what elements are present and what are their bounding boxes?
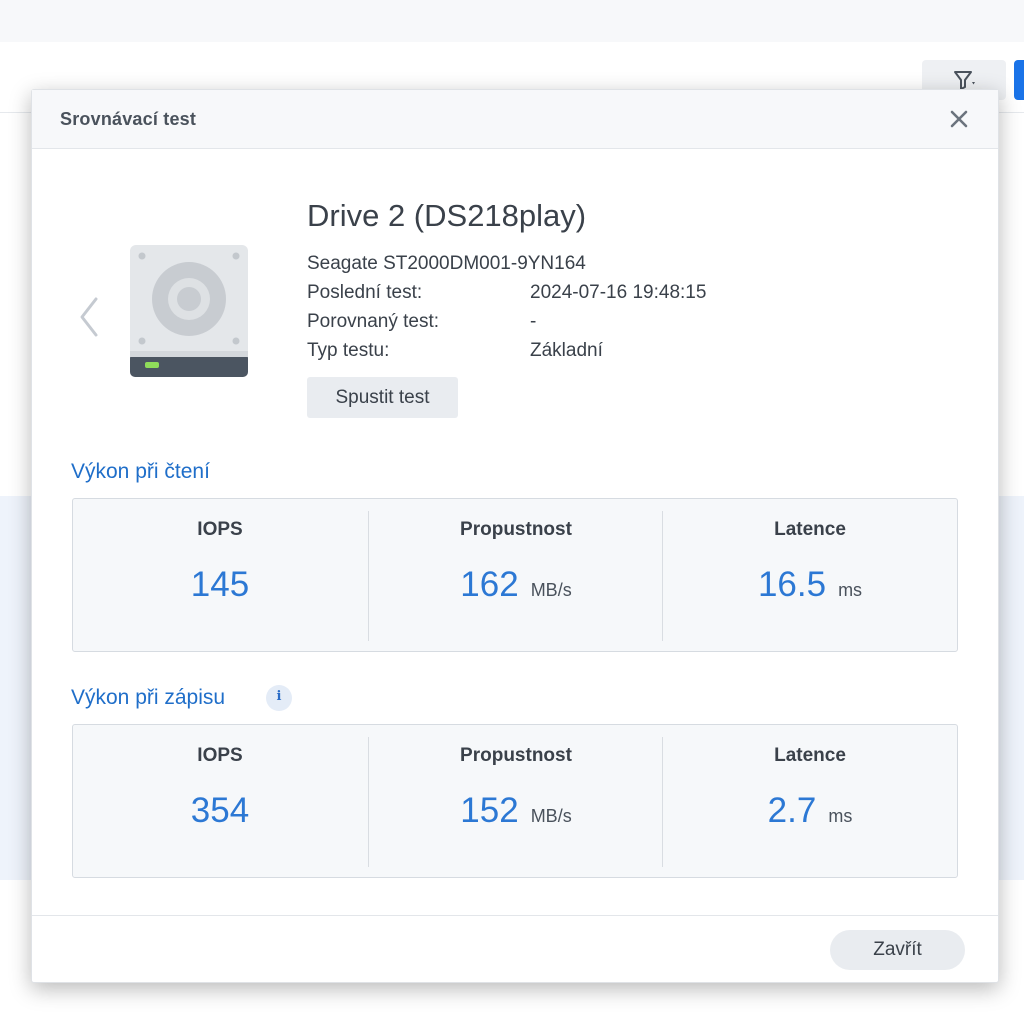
status-led bbox=[145, 362, 159, 368]
write-throughput: Propustnost 152 MB/s bbox=[368, 737, 663, 867]
read-performance-title: Výkon při čtení bbox=[71, 460, 210, 483]
metric-value: 145 bbox=[190, 565, 250, 604]
read-iops: IOPS 145 bbox=[73, 499, 367, 651]
metric-label: Propustnost bbox=[460, 519, 572, 540]
chevron-left-icon bbox=[80, 297, 98, 337]
metric-label: Latence bbox=[774, 519, 846, 540]
benchmark-dialog: Srovnávací test Drive 2 (DS218play) Seag… bbox=[31, 89, 999, 983]
read-latency: Latence 16.5 ms bbox=[662, 511, 957, 641]
info-label: Typ testu: bbox=[307, 340, 390, 361]
drive-name: Drive 2 (DS218play) bbox=[307, 198, 587, 233]
info-value: Základní bbox=[530, 340, 603, 361]
metric-label: Latence bbox=[774, 745, 846, 766]
info-label: Poslední test: bbox=[307, 282, 423, 303]
metric-label: IOPS bbox=[197, 519, 243, 540]
metric-value: 162 bbox=[460, 565, 519, 604]
dialog-header: Srovnávací test bbox=[32, 90, 998, 149]
drive-model: Seagate ST2000DM001-9YN164 bbox=[307, 253, 586, 274]
hard-drive-icon bbox=[130, 245, 248, 377]
close-dialog-button[interactable]: Zavřít bbox=[830, 930, 965, 970]
read-metrics-panel: IOPS 145 Propustnost 162 MB/s Latence 16.… bbox=[72, 498, 958, 652]
close-button[interactable] bbox=[946, 106, 972, 132]
metric-value: 16.5 bbox=[757, 565, 827, 604]
dialog-footer-divider bbox=[32, 915, 998, 916]
metric-value: 354 bbox=[190, 791, 250, 830]
metric-label: Propustnost bbox=[460, 745, 572, 766]
metric-unit: MB/s bbox=[530, 806, 572, 826]
metric-value: 2.7 bbox=[767, 791, 817, 830]
close-icon bbox=[950, 110, 968, 128]
metric-label: IOPS bbox=[197, 745, 243, 766]
info-value: 2024-07-16 19:48:15 bbox=[530, 282, 707, 303]
primary-action-button[interactable] bbox=[1014, 60, 1024, 100]
read-throughput: Propustnost 162 MB/s bbox=[368, 511, 663, 641]
metric-unit: ms bbox=[838, 580, 863, 600]
metric-unit: MB/s bbox=[530, 580, 572, 600]
info-icon[interactable]: i bbox=[266, 685, 292, 711]
info-label: Porovnaný test: bbox=[307, 311, 440, 332]
info-icon-glyph: i bbox=[276, 689, 282, 704]
metric-value: 152 bbox=[460, 791, 519, 830]
background-header bbox=[0, 0, 1024, 43]
write-latency: Latence 2.7 ms bbox=[662, 737, 957, 867]
write-performance-title: Výkon při zápisu bbox=[71, 686, 226, 709]
dialog-title: Srovnávací test bbox=[60, 109, 197, 129]
run-test-button[interactable]: Spustit test bbox=[307, 377, 458, 418]
info-value: - bbox=[530, 311, 537, 332]
write-metrics-panel: IOPS 354 Propustnost 152 MB/s Latence 2.7… bbox=[72, 724, 958, 878]
previous-drive-button[interactable] bbox=[76, 295, 102, 339]
write-iops: IOPS 354 bbox=[73, 725, 367, 877]
metric-unit: ms bbox=[828, 806, 853, 826]
